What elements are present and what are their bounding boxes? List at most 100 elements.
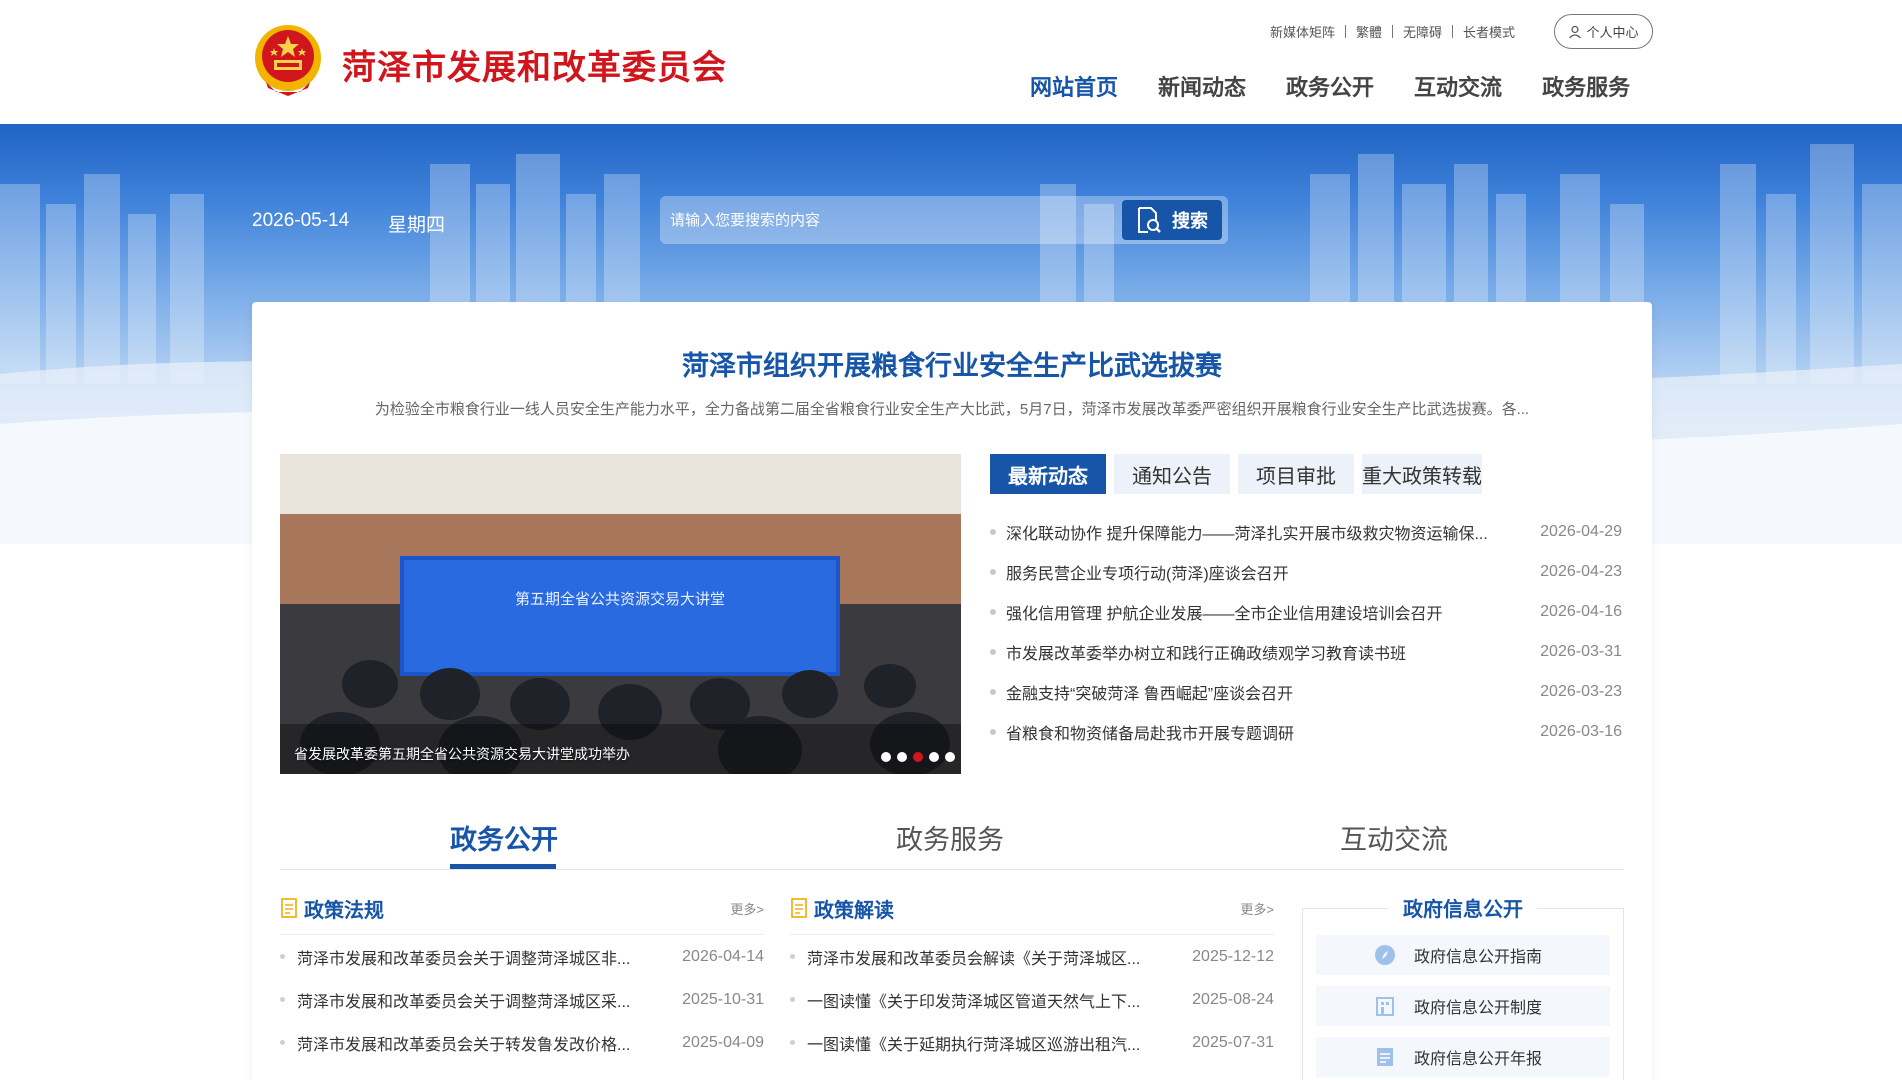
carousel-dots (881, 752, 955, 762)
policy-header: 政策法规 更多> (280, 894, 764, 923)
tab-project-approval[interactable]: 项目审批 (1238, 454, 1354, 494)
list-item[interactable]: 强化信用管理 护航企业发展——全市企业信用建设培训会召开 2026-04-16 (990, 592, 1622, 632)
tab-gov-affairs[interactable]: 政务公开 (450, 818, 558, 857)
interpretation-item-date: 2025-07-31 (1192, 1033, 1274, 1051)
section-tabs: 政务公开 政务服务 互动交流 (280, 802, 1624, 870)
nav-gov-services[interactable]: 政务服务 (1542, 70, 1630, 102)
national-emblem-icon[interactable] (252, 22, 324, 98)
interpretation-item-date: 2025-08-24 (1192, 990, 1274, 1008)
building-icon (1376, 997, 1394, 1016)
new-media-link[interactable]: 新媒体矩阵 (1260, 22, 1345, 41)
search-button[interactable]: 搜索 (1122, 200, 1222, 240)
policy-more-link[interactable]: 更多> (730, 899, 764, 918)
policy-title[interactable]: 政策法规 (304, 894, 384, 923)
carousel-caption[interactable]: 省发展改革委第五期全省公共资源交易大讲堂成功举办 (294, 744, 630, 764)
carousel-screen-text: 第五期全省公共资源交易大讲堂 (515, 590, 725, 608)
user-center-button[interactable]: 个人中心 (1554, 14, 1653, 49)
bullet (790, 1040, 795, 1045)
interpretation-more-link[interactable]: 更多> (1240, 899, 1274, 918)
tab-notices[interactable]: 通知公告 (1114, 454, 1230, 494)
nav-interaction[interactable]: 互动交流 (1414, 70, 1502, 102)
document-icon (791, 898, 807, 918)
bullet (990, 729, 996, 735)
news-title[interactable]: 市发展改革委举办树立和践行正确政绩观学习教育读书班 (1006, 640, 1522, 664)
document-icon (281, 898, 297, 918)
policy-item-date: 2025-04-09 (682, 1033, 764, 1051)
tab-interaction[interactable]: 互动交流 (1340, 818, 1448, 857)
news-carousel[interactable]: 第五期全省公共资源交易大讲堂 省发展改革委第五期全省公共资源交易大讲堂成功举办 (280, 454, 961, 774)
interpretation-title[interactable]: 政策解读 (814, 894, 894, 923)
list-item[interactable]: 菏泽市发展和改革委员会关于转发鲁发改价格... 2025-04-09 (280, 1021, 764, 1064)
nav-gov-affairs[interactable]: 政务公开 (1286, 70, 1374, 102)
news-date: 2026-04-29 (1540, 523, 1622, 540)
news-title[interactable]: 金融支持“突破菏泽 鲁西崛起”座谈会召开 (1006, 680, 1522, 704)
current-weekday: 星期四 (388, 215, 446, 236)
user-center-label: 个人中心 (1586, 25, 1639, 40)
site-title[interactable]: 菏泽市发展和改革委员会 (342, 40, 727, 89)
elderly-mode-link[interactable]: 长者模式 (1453, 22, 1525, 41)
bullet (990, 689, 996, 695)
tab-policy-reprints[interactable]: 重大政策转载 (1362, 454, 1482, 494)
news-tabs: 最新动态 通知公告 项目审批 重大政策转载 (990, 454, 1482, 494)
interpretation-item-title[interactable]: 一图读懂《关于印发菏泽城区管道天然气上下... (807, 988, 1178, 1012)
interpretation-item-title[interactable]: 菏泽市发展和改革委员会解读《关于菏泽城区... (807, 945, 1178, 969)
gov-info-title[interactable]: 政府信息公开 (1389, 899, 1537, 921)
compass-icon (1375, 945, 1395, 965)
traditional-chinese-link[interactable]: 繁體 (1346, 22, 1392, 41)
bullet (990, 529, 996, 535)
policy-item-title[interactable]: 菏泽市发展和改革委员会关于调整菏泽城区非... (297, 945, 668, 969)
list-item[interactable]: 一图读懂《关于延期执行菏泽城区巡游出租汽... 2025-07-31 (790, 1021, 1274, 1064)
main-nav: 网站首页 新闻动态 政务公开 互动交流 政务服务 (1030, 70, 1630, 102)
news-date: 2026-04-16 (1540, 603, 1622, 620)
carousel-dot[interactable] (929, 752, 939, 762)
bullet (990, 569, 996, 575)
news-title[interactable]: 服务民营企业专项行动(菏泽)座谈会召开 (1006, 560, 1522, 584)
list-item[interactable]: 省粮食和物资储备局赴我市开展专题调研 2026-03-16 (990, 712, 1622, 752)
headline-summary: 为检验全市粮食行业一线人员安全生产能力水平，全力备战第二届全省粮食行业安全生产大… (374, 401, 1530, 418)
search-button-label: 搜索 (1172, 211, 1208, 231)
gov-info-system-link[interactable]: 政府信息公开制度 (1316, 986, 1610, 1026)
news-date: 2026-03-23 (1540, 683, 1622, 700)
tab-gov-services[interactable]: 政务服务 (896, 818, 1004, 857)
search-bar: 搜索 (660, 196, 1228, 244)
gov-info-annual-report-label: 政府信息公开年报 (1414, 1051, 1543, 1068)
gov-info-panel: 政府信息公开 政府信息公开指南 政府信息公开制度 政府信息公开年报 (1302, 899, 1624, 1080)
site-header: 菏泽市发展和改革委员会 新媒体矩阵 繁體 无障碍 长者模式 个人中心 网站首页 … (0, 0, 1902, 124)
nav-news[interactable]: 新闻动态 (1158, 70, 1246, 102)
list-item[interactable]: 菏泽市发展和改革委员会关于调整菏泽城区采... 2025-10-31 (280, 978, 764, 1021)
search-input[interactable] (670, 204, 1090, 236)
news-title[interactable]: 深化联动协作 提升保障能力——菏泽扎实开展市级救灾物资运输保... (1006, 520, 1522, 544)
nav-home[interactable]: 网站首页 (1030, 70, 1118, 102)
bullet (790, 954, 795, 959)
main-content-card: 菏泽市组织开展粮食行业安全生产比武选拔赛 为检验全市粮食行业一线人员安全生产能力… (252, 302, 1652, 1080)
tab-latest-news[interactable]: 最新动态 (990, 454, 1106, 494)
list-item[interactable]: 菏泽市发展和改革委员会关于调整菏泽城区非... 2026-04-14 (280, 935, 764, 978)
list-item[interactable]: 金融支持“突破菏泽 鲁西崛起”座谈会召开 2026-03-23 (990, 672, 1622, 712)
list-item[interactable]: 菏泽市发展和改革委员会解读《关于菏泽城区... 2025-12-12 (790, 935, 1274, 978)
accessibility-link[interactable]: 无障碍 (1393, 22, 1452, 41)
policy-item-date: 2026-04-14 (682, 947, 764, 965)
list-item[interactable]: 一图读懂《关于印发菏泽城区管道天然气上下... 2025-08-24 (790, 978, 1274, 1021)
interpretation-column: 政策解读 更多> 菏泽市发展和改革委员会解读《关于菏泽城区... 2025-12-… (790, 896, 1274, 1064)
policy-item-title[interactable]: 菏泽市发展和改革委员会关于调整菏泽城区采... (297, 988, 668, 1012)
list-item[interactable]: 服务民营企业专项行动(菏泽)座谈会召开 2026-04-23 (990, 552, 1622, 592)
list-item[interactable]: 市发展改革委举办树立和践行正确政绩观学习教育读书班 2026-03-31 (990, 632, 1622, 672)
report-icon (1377, 1048, 1393, 1066)
carousel-dot[interactable] (945, 752, 955, 762)
news-date: 2026-03-31 (1540, 643, 1622, 660)
user-icon (1569, 25, 1582, 38)
gov-info-annual-report-link[interactable]: 政府信息公开年报 (1316, 1037, 1610, 1077)
search-doc-icon (1138, 207, 1161, 233)
policy-item-title[interactable]: 菏泽市发展和改革委员会关于转发鲁发改价格... (297, 1031, 668, 1055)
news-title[interactable]: 省粮食和物资储备局赴我市开展专题调研 (1006, 720, 1522, 744)
active-tab-underline (450, 864, 556, 869)
gov-info-guide-link[interactable]: 政府信息公开指南 (1316, 935, 1610, 975)
carousel-dot-active[interactable] (913, 752, 923, 762)
interpretation-item-title[interactable]: 一图读懂《关于延期执行菏泽城区巡游出租汽... (807, 1031, 1178, 1055)
bullet (790, 997, 795, 1002)
carousel-dot[interactable] (881, 752, 891, 762)
headline-title[interactable]: 菏泽市组织开展粮食行业安全生产比武选拔赛 (252, 344, 1652, 383)
news-title[interactable]: 强化信用管理 护航企业发展——全市企业信用建设培训会召开 (1006, 600, 1522, 624)
list-item[interactable]: 深化联动协作 提升保障能力——菏泽扎实开展市级救灾物资运输保... 2026-04… (990, 512, 1622, 552)
carousel-dot[interactable] (897, 752, 907, 762)
